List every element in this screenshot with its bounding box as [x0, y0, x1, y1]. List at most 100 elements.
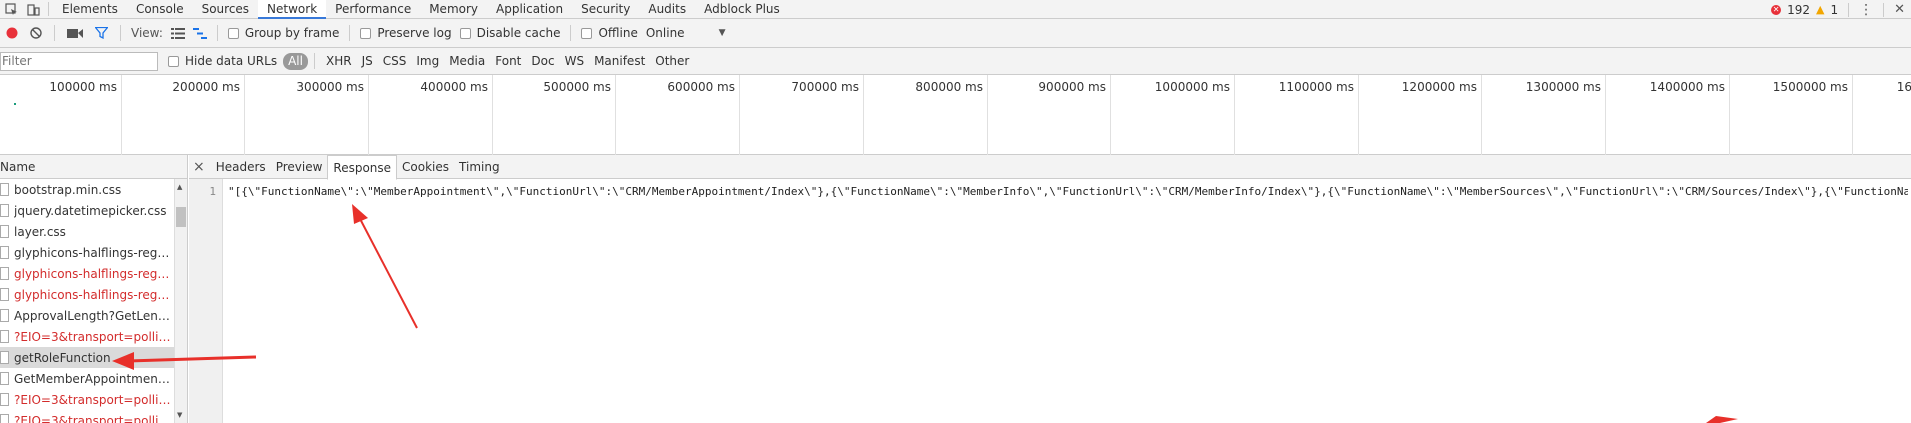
divider: [1848, 2, 1850, 17]
request-name: jquery.datetimepicker.css: [14, 203, 167, 218]
request-name: layer.css: [14, 224, 66, 239]
requests-scrollbar[interactable]: ▲ ▼: [174, 179, 187, 423]
device-toolbar-icon[interactable]: [22, 0, 44, 19]
warning-count[interactable]: 1: [1830, 3, 1838, 17]
scroll-up-icon[interactable]: ▲: [177, 183, 182, 191]
resource-type-filters: All XHR JS CSS Img Media Font Doc WS Manifest Othe…: [283, 52, 694, 70]
filter-type-doc[interactable]: Doc: [526, 53, 559, 70]
filter-type-other[interactable]: Other: [650, 53, 694, 70]
tab-performance[interactable]: Performance: [326, 0, 420, 19]
large-rows-icon[interactable]: [167, 19, 189, 48]
tab-adblock-plus[interactable]: Adblock Plus: [695, 0, 789, 19]
divider: [120, 25, 121, 41]
request-row[interactable]: jquery.datetimepicker.css: [0, 200, 174, 221]
details-tab-timing[interactable]: Timing: [454, 155, 505, 179]
hide-data-urls-checkbox[interactable]: Hide data URLs: [158, 54, 283, 68]
tab-elements[interactable]: Elements: [53, 0, 127, 19]
filter-input[interactable]: [0, 51, 158, 71]
close-devtools-icon[interactable]: ✕: [1894, 2, 1905, 17]
line-number: 1: [209, 185, 216, 198]
offline-label: Offline: [598, 26, 638, 40]
error-count[interactable]: 192: [1787, 3, 1810, 17]
request-name: GetMemberAppointment?did...: [14, 371, 174, 386]
more-menu-icon[interactable]: ⋮: [1859, 2, 1873, 18]
group-by-frame-checkbox[interactable]: Group by frame: [224, 26, 343, 40]
request-row[interactable]: glyphicons-halflings-regular.tt: [0, 242, 174, 263]
request-row[interactable]: getRoleFunction: [0, 347, 174, 368]
file-icon: [0, 330, 9, 343]
request-row[interactable]: ?EIO=3&transport=polling&t...: [0, 326, 174, 347]
filter-type-ws[interactable]: WS: [560, 53, 589, 70]
line-gutter: 1: [189, 179, 223, 423]
request-name: glyphicons-halflings-regular.w: [14, 287, 174, 302]
filter-type-css[interactable]: CSS: [378, 53, 412, 70]
filter-type-all[interactable]: All: [283, 52, 308, 70]
details-tab-response[interactable]: Response: [327, 154, 398, 180]
divider: [570, 25, 572, 41]
request-row[interactable]: ApprovalLength?GetLengthTy...: [0, 305, 174, 326]
request-name: glyphicons-halflings-regular.tt: [14, 245, 174, 260]
scroll-down-icon[interactable]: ▼: [177, 411, 182, 419]
checkbox-box[interactable]: [581, 27, 593, 39]
response-body[interactable]: "[{\"FunctionName\":\"MemberAppointment\…: [228, 185, 1908, 198]
group-by-frame-label: Group by frame: [244, 26, 340, 40]
tab-application[interactable]: Application: [487, 0, 572, 19]
preserve-log-checkbox[interactable]: Preserve log: [356, 26, 455, 40]
record-button[interactable]: [0, 19, 24, 48]
request-row[interactable]: ?EIO=3&transport=polling&t...: [0, 389, 174, 410]
name-column-header[interactable]: Name: [0, 155, 187, 179]
view-label: View:: [131, 26, 163, 40]
filter-type-font[interactable]: Font: [490, 53, 526, 70]
inspect-element-icon[interactable]: [0, 0, 22, 19]
divider: [1883, 2, 1885, 17]
filter-type-media[interactable]: Media: [444, 53, 490, 70]
close-details-icon[interactable]: ×: [189, 159, 211, 175]
tab-network[interactable]: Network: [258, 0, 327, 19]
checkbox-box[interactable]: [168, 55, 179, 67]
request-name: glyphicons-halflings-regular.w: [14, 266, 174, 281]
filter-type-img[interactable]: Img: [411, 53, 444, 70]
timeline-overview[interactable]: 100000 ms 200000 ms 300000 ms 400000 ms 5000…: [0, 75, 1911, 155]
filter-icon[interactable]: [89, 19, 114, 48]
filter-type-manifest[interactable]: Manifest: [589, 53, 650, 70]
request-row[interactable]: GetMemberAppointment?did...: [0, 368, 174, 389]
waterfall-view-icon[interactable]: [189, 19, 211, 48]
details-tab-cookies[interactable]: Cookies: [397, 155, 454, 179]
filter-type-js[interactable]: JS: [357, 53, 378, 70]
file-icon: [0, 414, 9, 423]
timeline-tick-label: 1600000 ms: [1896, 80, 1911, 94]
checkbox-box[interactable]: [227, 27, 239, 39]
panel-tabs: Elements Console Sources Network Performance…: [53, 0, 789, 19]
request-row[interactable]: bootstrap.min.css: [0, 179, 174, 200]
request-row[interactable]: glyphicons-halflings-regular.w: [0, 263, 174, 284]
file-icon: [0, 372, 9, 385]
request-name: getRoleFunction: [14, 350, 111, 365]
error-icon: ✕: [1771, 4, 1782, 15]
throttling-select[interactable]: Online ▼: [642, 26, 730, 40]
checkbox-box[interactable]: [360, 27, 372, 39]
divider: [349, 25, 351, 41]
tab-memory[interactable]: Memory: [420, 0, 487, 19]
request-details-pane: × Headers Preview Response Cookies Timing 1 …: [189, 154, 1911, 423]
offline-checkbox[interactable]: Offline: [577, 26, 641, 40]
disable-cache-checkbox[interactable]: Disable cache: [456, 26, 565, 40]
details-tabs: × Headers Preview Response Cookies Timing: [189, 154, 1911, 180]
request-row[interactable]: glyphicons-halflings-regular.w: [0, 284, 174, 305]
details-tab-headers[interactable]: Headers: [211, 155, 271, 179]
details-tab-preview[interactable]: Preview: [271, 155, 328, 179]
tab-sources[interactable]: Sources: [193, 0, 258, 19]
tab-console[interactable]: Console: [127, 0, 193, 19]
request-row[interactable]: layer.css: [0, 221, 174, 242]
tab-audits[interactable]: Audits: [639, 0, 695, 19]
divider: [216, 25, 218, 41]
clear-icon[interactable]: [24, 19, 48, 48]
devtools-tab-bar: Elements Console Sources Network Performance…: [0, 0, 1911, 19]
tab-security[interactable]: Security: [572, 0, 639, 19]
filter-type-xhr[interactable]: XHR: [321, 53, 357, 70]
preserve-log-label: Preserve log: [377, 26, 452, 40]
scrollbar-thumb[interactable]: [176, 207, 186, 227]
request-name: ApprovalLength?GetLengthTy...: [14, 308, 174, 323]
checkbox-box[interactable]: [459, 27, 471, 39]
capture-screenshots-icon[interactable]: [61, 19, 89, 48]
request-row[interactable]: ?EIO=3&transport=polling&t...: [0, 410, 174, 423]
